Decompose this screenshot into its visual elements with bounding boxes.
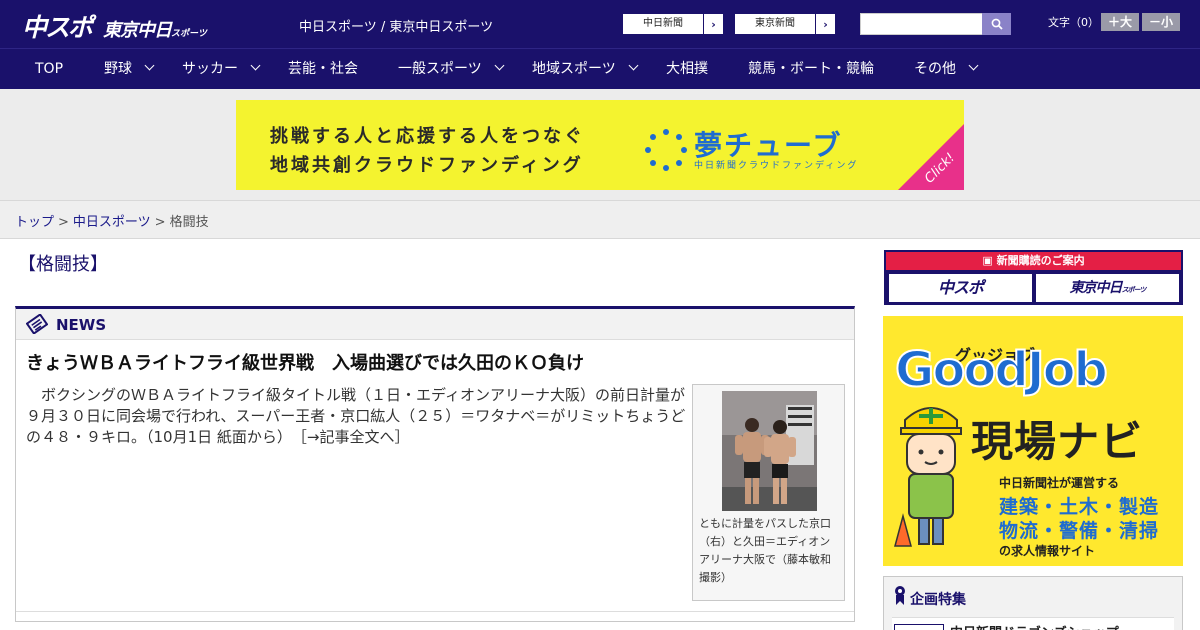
worker-figure-icon (894, 407, 962, 547)
nav-item-soccer[interactable]: サッカー (182, 49, 261, 90)
ribbon-icon (895, 586, 905, 605)
breadcrumb-link-chunichi-sports[interactable]: 中日スポーツ (73, 215, 151, 230)
subscription-heading: ▣ 新聞購読のご案内 (886, 252, 1181, 270)
nav-item-racing[interactable]: 競馬・ボート・競輪 (748, 49, 874, 90)
subscription-guide[interactable]: ▣ 新聞購読のご案内 中スポ 東京中日スポーツ (884, 250, 1183, 305)
subscribe-tokyo-chunichi-sub: スポーツ (1121, 286, 1147, 294)
breadcrumb: トップ > 中日スポーツ > 格闘技 (15, 211, 209, 230)
news-section: NEWS きょうＷＢＡライトフライ級世界戦 入場曲選びでは久田のＫＯ負け ボクシ… (15, 306, 855, 622)
tokyo-shimbun-button[interactable]: 東京新聞 › (734, 13, 836, 35)
subscribe-tokyo-chunichi-logo[interactable]: 東京中日スポーツ (1036, 274, 1179, 302)
nav-item-label: サッカー (182, 61, 238, 77)
subscription-heading-text: 新聞購読のご案内 (996, 254, 1085, 267)
list-item[interactable]: 中日新聞ドラゴンズショップ (892, 617, 1174, 630)
font-size-decrease-button[interactable]: －小 (1142, 13, 1180, 31)
breadcrumb-separator: > (58, 215, 69, 230)
breadcrumb-current: 格闘技 (169, 215, 209, 230)
site-names: 中日スポーツ / 東京中日スポーツ (299, 20, 494, 35)
goodjob-line-3: 物流・警備・清掃 (999, 520, 1160, 542)
chevron-right-icon: › (815, 14, 835, 34)
font-size-increase-button[interactable]: ＋大 (1101, 13, 1139, 31)
crowdfunding-banner[interactable]: 挑戦する人と応援する人をつなぐ 地域共創クラウドファンディング 夢チューブ 中日… (236, 100, 964, 190)
goodjob-line-1: 中日新聞社が運営する (999, 476, 1120, 490)
special-features-heading: 企画特集 (910, 592, 966, 608)
breadcrumb-bar: トップ > 中日スポーツ > 格闘技 (0, 201, 1200, 239)
newspaper-icon (26, 314, 48, 334)
chevron-down-icon (628, 60, 639, 71)
dots-circle-icon (645, 129, 687, 171)
banner-line-1: 挑戦する人と応援する人をつなぐ (270, 126, 585, 147)
nav-item-sumo[interactable]: 大相撲 (666, 49, 708, 90)
main-nav: TOP 野球 サッカー 芸能・社会 一般スポーツ 地域スポーツ 大相撲 競馬・ボ… (0, 48, 1200, 89)
nav-item-general-sports[interactable]: 一般スポーツ (398, 49, 505, 90)
search-input[interactable] (861, 15, 982, 35)
chevron-down-icon (250, 60, 261, 71)
chevron-down-icon (968, 60, 979, 71)
divider (16, 611, 854, 612)
ticket-icon: ▣ (982, 254, 997, 267)
news-heading: NEWS (56, 316, 107, 334)
article-title[interactable]: きょうＷＢＡライトフライ級世界戦 入場曲選びでは久田のＫＯ負け (26, 349, 584, 375)
read-more-link[interactable]: ［→記事全文へ］ (299, 428, 409, 446)
logo-tokyo-chunichi[interactable]: 東京中日 (103, 16, 172, 42)
chevron-down-icon (494, 60, 505, 71)
dragons-shop-link[interactable]: 中日新聞ドラゴンズショップ (950, 622, 1119, 630)
chunichi-shimbun-button[interactable]: 中日新聞 › (622, 13, 724, 35)
banner-line-2: 地域共創クラウドファンディング (270, 155, 584, 176)
search-icon (991, 18, 1003, 30)
top-header: 中スポ 東京中日 スポーツ 中日スポーツ / 東京中日スポーツ 中日新聞 › 東… (0, 0, 1200, 48)
breadcrumb-link-top[interactable]: トップ (15, 215, 54, 230)
nav-item-label: TOP (35, 61, 64, 77)
nav-item-baseball[interactable]: 野球 (104, 49, 155, 90)
goodjob-site-name: 現場ナビ (971, 417, 1144, 466)
banner-logo-sub: 中日新聞クラウドファンディング (694, 161, 859, 171)
chunichi-shimbun-label: 中日新聞 (643, 18, 683, 29)
tokyo-shimbun-label: 東京新聞 (755, 18, 795, 29)
nav-item-label: 地域スポーツ (532, 61, 616, 77)
news-header: NEWS (16, 309, 854, 340)
goodjob-ad[interactable]: グッジョブ GoodJob 現場ナビ 中日新聞社が運営する 建築・土木・製造 物… (883, 316, 1183, 566)
chevron-right-icon: › (703, 14, 723, 34)
goodjob-title: GoodJob (894, 341, 1109, 399)
nav-item-label: 一般スポーツ (398, 61, 482, 77)
boxers-photo-image (722, 391, 817, 511)
nav-item-regional-sports[interactable]: 地域スポーツ (532, 49, 639, 90)
banner-area: 挑戦する人と応援する人をつなぐ 地域共創クラウドファンディング 夢チューブ 中日… (0, 89, 1200, 201)
article-photo-box: ともに計量をパスした京口（右）と久田＝エディオンアリーナ大阪で（藤本敏和撮影） (692, 384, 845, 601)
subscribe-tokyo-chunichi-text: 東京中日 (1069, 280, 1123, 296)
page-title: 【格闘技】 (18, 254, 108, 275)
chevron-down-icon (144, 60, 155, 71)
nav-item-label: その他 (914, 61, 956, 77)
nav-item-label: 野球 (104, 61, 132, 77)
goodjob-line-4: の求人情報サイト (999, 544, 1096, 558)
search-field[interactable] (860, 13, 983, 35)
logo-chunichi-sports[interactable]: 中スポ (22, 8, 93, 44)
article-body: ボクシングのＷＢＡライトフライ級タイトル戦（１日・エディオンアリーナ大阪）の前日… (26, 385, 686, 448)
nav-item-label: 競馬・ボート・競輪 (748, 61, 874, 77)
article-photo[interactable] (722, 391, 817, 511)
nav-item-label: 大相撲 (666, 61, 708, 77)
font-size-label: 文字（0） (1048, 16, 1099, 29)
subscribe-chuspo-logo[interactable]: 中スポ (889, 274, 1032, 302)
search-button[interactable] (982, 13, 1011, 35)
site-logo[interactable]: 中スポ 東京中日 スポーツ (22, 8, 207, 44)
logo-tokyo-sub: スポーツ (171, 29, 207, 39)
photo-caption: ともに計量をパスした京口（右）と久田＝エディオンアリーナ大阪で（藤本敏和撮影） (699, 517, 831, 584)
nav-item-other[interactable]: その他 (914, 49, 979, 90)
special-features: 企画特集 中日新聞ドラゴンズショップ (883, 576, 1183, 630)
dragons-shop-thumbnail (894, 624, 944, 630)
nav-item-entertainment-society[interactable]: 芸能・社会 (288, 49, 358, 90)
goodjob-line-2: 建築・土木・製造 (999, 496, 1160, 518)
nav-item-top[interactable]: TOP (35, 49, 63, 90)
breadcrumb-separator: > (154, 215, 166, 230)
nav-item-label: 芸能・社会 (288, 61, 358, 77)
